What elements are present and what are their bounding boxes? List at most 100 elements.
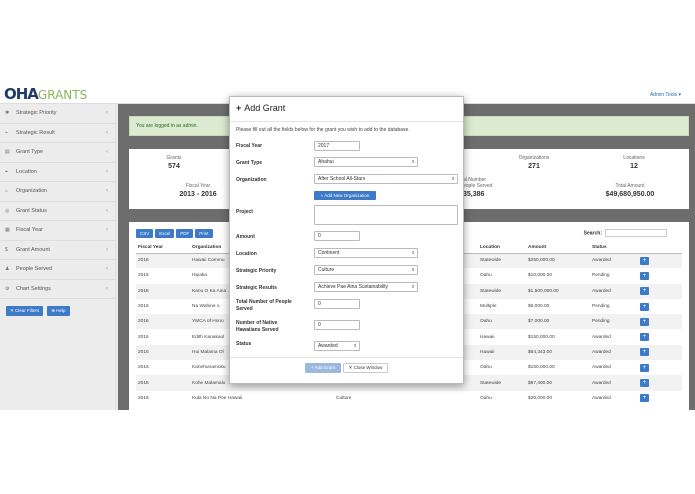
table-cell: Awarded [592, 365, 611, 371]
search-label: Search: [583, 230, 602, 237]
export-button[interactable]: PDF [176, 229, 194, 238]
location-select[interactable]: Continent ⇕ [314, 248, 418, 258]
add-grant-modal: + Add Grant Please fill out all the field… [229, 96, 464, 384]
table-cell: Awarded [590, 375, 638, 391]
row-action-cell: + [638, 344, 682, 361]
organization-select[interactable]: After School All-Stars ⇕ [314, 174, 458, 184]
sidebar-item[interactable]: ♟ People Served ‹ [0, 260, 115, 280]
select-arrow-icon: ⇕ [411, 284, 415, 289]
sidebar-item[interactable]: $ Grant Amount ‹ [0, 241, 115, 260]
sidebar-item-label: Grant Amount [16, 246, 50, 253]
table-cell: $1,500,000.00 [526, 283, 590, 299]
expand-plus-icon[interactable]: + [640, 379, 649, 388]
table-cell: $150,000.00 [528, 365, 555, 371]
stat-value: 271 [528, 163, 540, 170]
expand-plus-icon[interactable]: + [640, 333, 649, 342]
table-cell: Awarded [592, 334, 611, 340]
divider [230, 357, 463, 358]
add-grant-button[interactable]: + Add Grant [305, 363, 341, 373]
expand-plus-icon[interactable]: + [640, 271, 649, 280]
strategic-results-value: Achieve Pae Aina Sustainability [318, 284, 389, 290]
expand-plus-icon[interactable]: + [640, 363, 649, 372]
strategic-results-select[interactable]: Achieve Pae Aina Sustainability ⇕ [314, 282, 418, 292]
stat-value: 35,386 [463, 191, 485, 198]
row-action-cell: + [638, 283, 682, 299]
sidebar-item-label: Strategic Priority [16, 110, 57, 116]
table-cell: 2016 [138, 304, 149, 310]
total-people-input[interactable]: 0 [314, 299, 360, 309]
project-textarea[interactable] [314, 205, 458, 225]
stat-label: Total Amount [615, 183, 645, 189]
export-buttons: CSV Excel PDF Print [136, 229, 213, 238]
table-cell: 2016 [136, 283, 190, 299]
clear-filters-button[interactable]: ✕ Clear Filters [6, 306, 44, 316]
row-action-cell: + [638, 314, 682, 330]
organization-label: Organization [236, 177, 267, 183]
sidebar-item-icon: ⚙ [5, 285, 10, 292]
table-cell: 2016 [138, 334, 149, 340]
export-button[interactable]: CSV [136, 229, 154, 238]
column-header-actions [638, 242, 682, 254]
native-hawaiians-input[interactable]: 0 [314, 320, 360, 330]
table-cell: Oahu [480, 273, 492, 279]
stat-label: Locations [623, 155, 645, 161]
row-action-cell: + [638, 299, 682, 314]
fiscal-year-input[interactable]: 2017 [314, 141, 360, 151]
column-header[interactable]: Amount [526, 242, 590, 254]
stat-value: 574 [168, 163, 180, 170]
status-select[interactable]: Awarded ⇕ [314, 341, 360, 351]
amount-input[interactable]: 0 [314, 231, 360, 241]
strategic-priority-select[interactable]: Culture ⇕ [314, 265, 418, 275]
table-cell: $64,343.00 [526, 344, 590, 361]
expand-plus-icon[interactable]: + [640, 302, 649, 311]
export-button[interactable]: Excel [155, 229, 175, 238]
fiscal-year-label: Fiscal Year [236, 143, 263, 149]
expand-plus-icon[interactable]: + [640, 287, 649, 296]
sidebar-item[interactable]: ⌂ Organization ‹ [0, 182, 115, 202]
column-header[interactable]: Status [590, 242, 638, 254]
help-button[interactable]: ⊕ Help [47, 306, 70, 316]
table-cell: Hawaii [480, 334, 495, 340]
chevron-left-icon: ‹ [106, 149, 108, 155]
grant-type-select[interactable]: Ahahui ⇕ [314, 157, 418, 167]
logo[interactable]: OHAGRANTS [4, 85, 87, 103]
table-cell: 2016 [136, 375, 190, 391]
expand-plus-icon[interactable]: + [640, 317, 649, 326]
expand-plus-icon[interactable]: + [640, 348, 649, 357]
expand-plus-icon[interactable]: + [640, 394, 649, 403]
modal-title: + Add Grant [236, 103, 285, 113]
close-window-button[interactable]: ✕ Close Window [343, 363, 388, 373]
table-cell: Culture [336, 395, 352, 401]
table-cell: $150,000.00 [528, 334, 555, 340]
sidebar-item[interactable]: ⌁ Strategic Result ‹ [0, 124, 115, 143]
export-button[interactable]: Print [195, 229, 213, 238]
label-line: Served [236, 305, 253, 312]
sidebar-item[interactable]: ◎ Grant Status ‹ [0, 202, 115, 221]
sidebar-item[interactable]: ⌖ Location ‹ [0, 163, 115, 182]
table-cell: $20,000.00 [528, 395, 553, 401]
search-input[interactable] [605, 229, 667, 237]
expand-plus-icon[interactable]: + [640, 256, 649, 265]
sidebar-item[interactable]: ✱ Strategic Priority ‹ [0, 104, 115, 124]
sidebar-item[interactable]: ▤ Grant Type ‹ [0, 143, 115, 163]
admin-tools-menu[interactable]: Admin Tools ▾ [650, 92, 681, 98]
stat-people-served: al Number eople Served 35,386 [463, 177, 503, 198]
table-cell: Statewide [478, 283, 526, 299]
column-header[interactable]: Location [478, 242, 526, 254]
chevron-left-icon: ‹ [106, 207, 108, 214]
sidebar-item-icon: ⌁ [5, 129, 9, 136]
table-cell: Kula No Na Poe Hawaii [192, 395, 243, 401]
sidebar: ✱ Strategic Priority ‹ ⌁ Strategic Result ‹ ▤ G… [0, 104, 116, 410]
chevron-left-icon: ‹ [106, 188, 108, 194]
sidebar-item[interactable]: ▦ Fiscal Year ‹ [0, 221, 115, 241]
chevron-left-icon: ‹ [106, 285, 108, 292]
alert-text: You are logged in as [136, 123, 183, 129]
chevron-left-icon: ‹ [106, 227, 108, 233]
select-arrow-icon: ⇕ [411, 159, 415, 164]
add-new-organization-button[interactable]: + Add New Organization [314, 191, 376, 200]
row-action-cell: + [638, 391, 682, 406]
table-row: 2016 Kula No Na Poe Hawaii Culture Oahu $20,… [136, 391, 682, 406]
sidebar-item[interactable]: ⚙ Chart Settings ‹ [0, 280, 115, 299]
alert-suffix: . [196, 123, 198, 129]
column-header[interactable]: Fiscal Year [136, 242, 190, 254]
